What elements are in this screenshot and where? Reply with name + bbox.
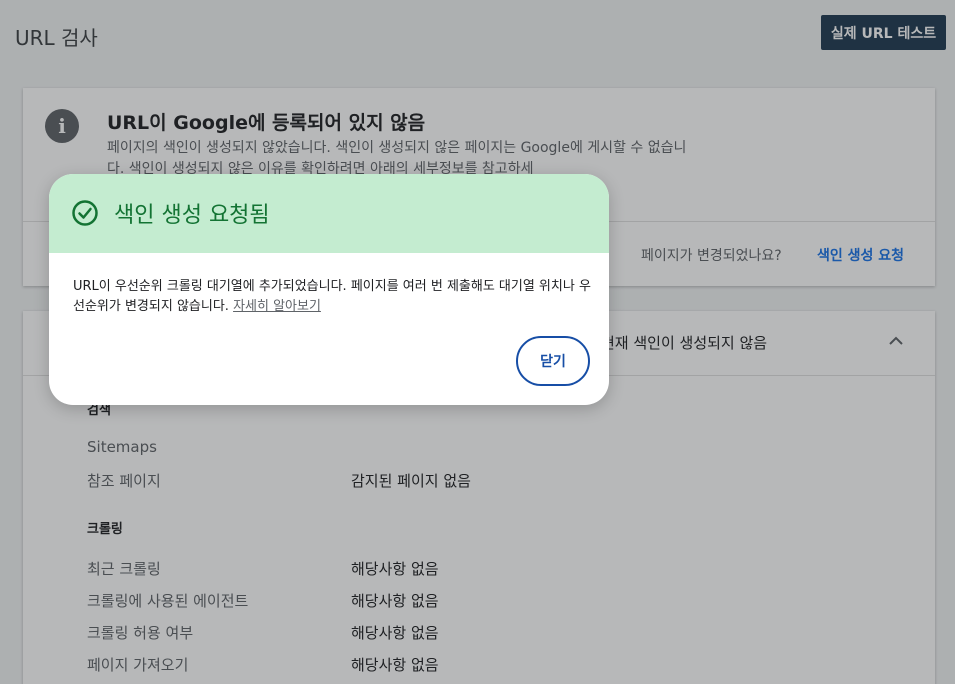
indexing-requested-dialog: 색인 생성 요청됨 URL이 우선순위 크롤링 대기열에 추가되었습니다. 페이… (49, 174, 609, 405)
close-button[interactable]: 닫기 (516, 336, 590, 386)
learn-more-link[interactable]: 자세히 알아보기 (233, 299, 321, 314)
dialog-message: URL이 우선순위 크롤링 대기열에 추가되었습니다. 페이지를 여러 번 제출… (73, 277, 593, 317)
dialog-body-text: URL이 우선순위 크롤링 대기열에 추가되었습니다. 페이지를 여러 번 제출… (73, 279, 591, 314)
dialog-title: 색인 생성 요청됨 (114, 203, 270, 228)
dialog-header: 색인 생성 요청됨 (49, 174, 609, 253)
check-circle-icon (72, 200, 98, 226)
